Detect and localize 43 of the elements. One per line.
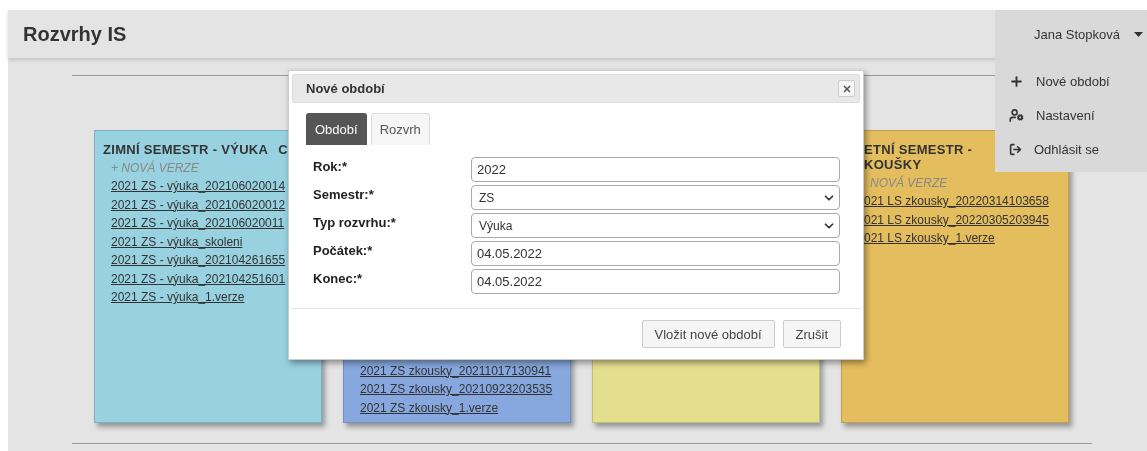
select-field[interactable]: ZS xyxy=(471,185,840,210)
plus-icon xyxy=(1009,73,1024,89)
version-link[interactable]: 021 LS zkousky_20220305203945 xyxy=(864,210,1049,229)
card-title-suffix: C xyxy=(278,142,288,157)
logout-icon xyxy=(1009,142,1022,156)
tab[interactable]: Rozvrh xyxy=(370,113,430,145)
app-title: Rozvrhy IS xyxy=(23,22,127,46)
version-link[interactable]: 2021 ZS zkousky_1.verze xyxy=(360,398,499,417)
menu-item[interactable]: Nové období xyxy=(995,64,1147,98)
input-field[interactable]: 04.05.2022 xyxy=(471,269,840,294)
field-label: Semestr:* xyxy=(313,186,375,202)
version-link[interactable]: 2021 ZS - výuka_202106020014 xyxy=(111,177,286,196)
user-settings-icon xyxy=(1009,107,1024,123)
version-link[interactable]: 2021 ZS - výuka_skoleni xyxy=(111,232,243,251)
menu-item[interactable]: Odhlásit se xyxy=(995,132,1147,166)
caret-icon xyxy=(1134,31,1143,37)
version-link[interactable]: 021 LS zkousky_20220314103658 xyxy=(864,192,1049,211)
submit-button[interactable]: Vložit nové období xyxy=(641,320,775,348)
user-menu-button[interactable]: Jana Stopková xyxy=(995,10,1147,58)
field-label: Počátek:* xyxy=(313,242,374,258)
menu-item[interactable]: Nastavení xyxy=(995,98,1147,132)
version-link[interactable]: 2021 ZS - výuka_1.verze xyxy=(111,288,245,307)
close-button[interactable] xyxy=(838,80,855,97)
field-label: Typ rozvrhu:* xyxy=(313,214,397,230)
version-link[interactable]: 2021 ZS - výuka_202104251601 xyxy=(111,269,286,288)
version-link[interactable]: 2021 ZS zkousky_20210923203535 xyxy=(360,380,553,399)
version-link[interactable]: 2021 ZS - výuka_202104261655 xyxy=(111,251,286,270)
select-field[interactable]: Výuka xyxy=(471,213,840,238)
input-field[interactable]: 04.05.2022 xyxy=(471,241,840,266)
version-link[interactable]: 2021 ZS - výuka_202106020012 xyxy=(111,195,286,214)
input-field[interactable]: 2022 xyxy=(471,157,840,182)
version-link[interactable]: 2021 ZS zkousky_20211017130941 xyxy=(360,361,552,380)
version-link[interactable]: 2021 ZS - výuka_202106020011 xyxy=(111,214,285,233)
close-icon xyxy=(841,83,852,94)
card-title: KOUŠKY xyxy=(864,157,922,172)
field-label: Konec:* xyxy=(313,270,364,286)
dialog-title: Nové období xyxy=(306,81,385,96)
cancel-button[interactable]: Zrušit xyxy=(782,320,841,348)
field-label: Rok:* xyxy=(313,158,348,174)
card-title: ETNÍ SEMESTR - xyxy=(864,142,973,157)
tab[interactable]: Období xyxy=(306,113,367,145)
version-link[interactable]: 021 LS zkousky_1.verze xyxy=(864,229,995,248)
card-title: ZIMNÍ SEMESTR - VÝUKA xyxy=(103,142,269,157)
